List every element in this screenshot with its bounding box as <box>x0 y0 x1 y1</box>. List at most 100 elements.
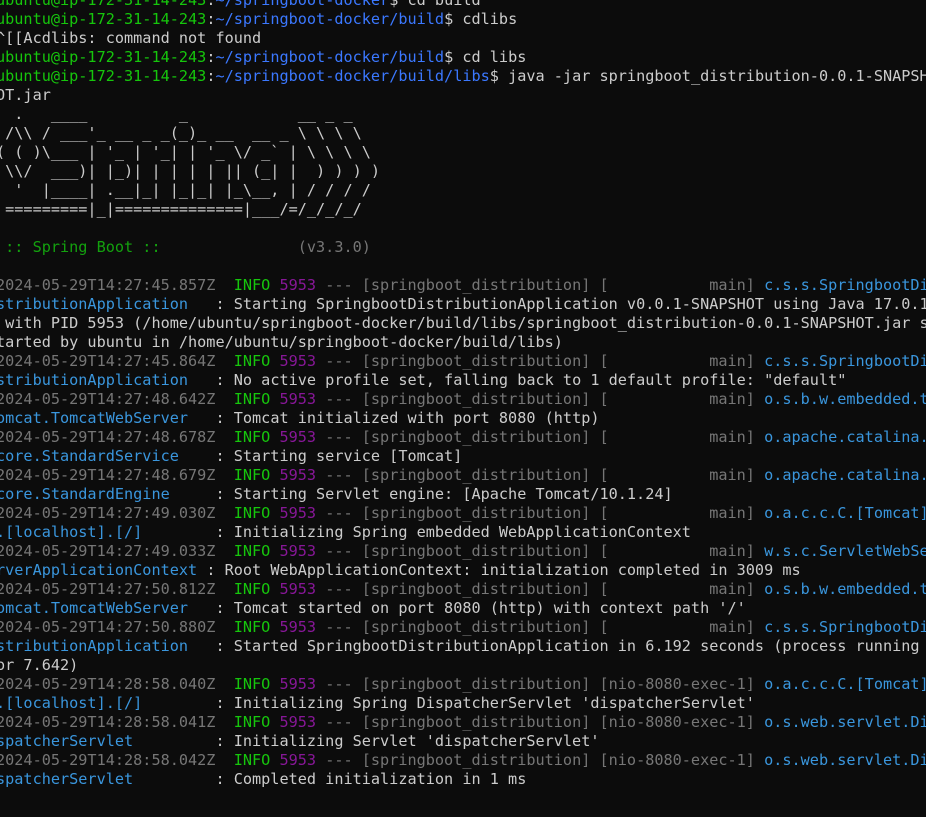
terminal-text-segment: --- [springboot_distribution] [nio-8080-… <box>316 751 765 769</box>
terminal-line: 2024-05-29T14:27:50.880Z INFO 5953 --- [… <box>0 618 926 637</box>
terminal-text-segment: INFO <box>233 466 280 484</box>
terminal-text-segment: INFO <box>233 352 280 370</box>
terminal-line: 2024-05-29T14:27:49.030Z INFO 5953 --- [… <box>0 504 926 523</box>
terminal-text-segment: omcat.TomcatWebServer <box>0 599 189 617</box>
terminal-line: :: Spring Boot :: (v3.3.0) <box>0 238 371 257</box>
terminal-line: ubuntu@ip-172-31-14-243:~/springboot-doc… <box>0 48 526 67</box>
terminal-text-segment: 2024-05-29T14:27:48.678Z <box>0 428 234 446</box>
terminal-text-segment: : Initializing Servlet 'dispatcherServle… <box>133 732 600 750</box>
terminal-text-segment: INFO <box>233 542 280 560</box>
terminal-text-segment: : Initializing Spring embedded WebApplic… <box>142 523 691 541</box>
terminal-text-segment: ~/springboot-docker/build <box>215 10 445 28</box>
terminal-text-segment: tarted by ubuntu in /home/ubuntu/springb… <box>0 333 563 351</box>
terminal-text-segment: : No active profile set, falling back to… <box>188 371 847 389</box>
terminal-line: core.StandardService : Starting service … <box>0 447 462 466</box>
terminal-text-segment: o.s.b.w.embedded.t <box>764 390 926 408</box>
terminal-text-segment: INFO <box>233 713 280 731</box>
terminal-text-segment: : Tomcat initialized with port 8080 (htt… <box>188 409 600 427</box>
terminal-text-segment: o.s.web.servlet.Di <box>764 751 926 769</box>
terminal-text-segment: : Tomcat started on port 8080 (http) wit… <box>188 599 746 617</box>
terminal-text-segment: or 7.642) <box>0 656 79 674</box>
terminal-text-segment: ~/springboot-docker/build <box>215 48 445 66</box>
terminal-text-segment: c.s.s.SpringbootDi <box>764 276 926 294</box>
terminal-text-segment: .[localhost].[/] <box>0 523 143 541</box>
terminal-line: spatcherServlet : Completed initializati… <box>0 770 526 789</box>
terminal-text-segment: /\\ / ___'_ __ _ _(_)_ __ __ _ \ \ \ \ <box>0 124 362 142</box>
terminal-text-segment: : Completed initialization in 1 ms <box>133 770 527 788</box>
terminal-text-segment: 2024-05-29T14:27:49.033Z <box>0 542 234 560</box>
terminal-text-segment: : Initializing Spring DispatcherServlet … <box>142 694 755 712</box>
terminal-text-segment: spatcherServlet <box>0 770 134 788</box>
terminal-text-segment: 5953 <box>279 675 317 693</box>
terminal-line: .[localhost].[/] : Initializing Spring e… <box>0 523 691 542</box>
terminal-text-segment: omcat.TomcatWebServer <box>0 409 189 427</box>
terminal-text-segment: .[localhost].[/] <box>0 694 143 712</box>
terminal-text-segment: $ cdlibs <box>444 10 518 28</box>
terminal-text-segment: : Started SpringbootDistributionApplicat… <box>188 637 926 655</box>
terminal-text-segment: ^[[Acdlibs: command not found <box>0 29 262 47</box>
terminal-text-segment: core.StandardEngine <box>0 485 170 503</box>
terminal-line: stributionApplication : Starting Springb… <box>0 295 926 314</box>
terminal-text-segment: spatcherServlet <box>0 732 134 750</box>
terminal-text-segment: : Root WebApplicationContext: initializa… <box>197 561 801 579</box>
terminal-line: .[localhost].[/] : Initializing Spring D… <box>0 694 755 713</box>
terminal-text-segment: 5953 <box>279 542 317 560</box>
terminal-line: ^[[Acdlibs: command not found <box>0 29 261 48</box>
terminal-line: 2024-05-29T14:27:49.033Z INFO 5953 --- [… <box>0 542 926 561</box>
terminal-line: rverApplicationContext : Root WebApplica… <box>0 561 801 580</box>
terminal-line: 2024-05-29T14:27:45.857Z INFO 5953 --- [… <box>0 276 926 295</box>
terminal-text-segment: o.apache.catalina. <box>764 428 926 446</box>
terminal-line: spatcherServlet : Initializing Servlet '… <box>0 732 599 751</box>
terminal-text-segment: ubuntu@ip-172-31-14-243 <box>0 48 207 66</box>
terminal-output[interactable]: ubuntu@ip-172-31-14-243:~/springboot-doc… <box>0 0 926 817</box>
terminal-text-segment: --- [springboot_distribution] [ main] <box>316 466 765 484</box>
terminal-line: 2024-05-29T14:27:48.642Z INFO 5953 --- [… <box>0 390 926 409</box>
terminal-text-segment: 2024-05-29T14:27:45.864Z <box>0 352 234 370</box>
terminal-text-segment: INFO <box>233 504 280 522</box>
terminal-text-segment: w.s.c.ServletWebSe <box>764 542 926 560</box>
terminal-text-segment: c.s.s.SpringbootDi <box>764 618 926 636</box>
terminal-line: \\/ ___)| |_)| | | | | || (_| | ) ) ) ) <box>0 162 380 181</box>
terminal-text-segment: : Starting service [Tomcat] <box>178 447 463 465</box>
terminal-text-segment: --- [springboot_distribution] [ main] <box>316 390 765 408</box>
terminal-line: ' |____| .__|_| |_|_| |_\__, | / / / / <box>0 181 371 200</box>
terminal-text-segment: 2024-05-29T14:27:48.642Z <box>0 390 234 408</box>
terminal-text-segment: with PID 5953 (/home/ubuntu/springboot-d… <box>0 314 926 332</box>
terminal-text-segment: o.s.b.w.embedded.t <box>764 580 926 598</box>
terminal-text-segment: ubuntu@ip-172-31-14-243 <box>0 0 207 9</box>
terminal-text-segment: 5953 <box>279 580 317 598</box>
terminal-text-segment: $ cd build <box>389 0 481 9</box>
terminal-text-segment: INFO <box>233 428 280 446</box>
terminal-text-segment: 2024-05-29T14:28:58.042Z <box>0 751 234 769</box>
terminal-line: 2024-05-29T14:27:45.864Z INFO 5953 --- [… <box>0 352 926 371</box>
terminal-text-segment: INFO <box>233 580 280 598</box>
terminal-line: =========|_|==============|___/=/_/_/_/ <box>0 200 362 219</box>
terminal-text-segment: --- [springboot_distribution] [ main] <box>316 276 765 294</box>
terminal-line: omcat.TomcatWebServer : Tomcat started o… <box>0 599 746 618</box>
terminal-text-segment: --- [springboot_distribution] [nio-8080-… <box>316 675 765 693</box>
terminal-text-segment: INFO <box>233 675 280 693</box>
terminal-text-segment: : Starting SpringbootDistributionApplica… <box>188 295 926 313</box>
terminal-line: /\\ / ___'_ __ _ _(_)_ __ __ _ \ \ \ \ <box>0 124 362 143</box>
terminal-text-segment: INFO <box>233 276 280 294</box>
terminal-text-segment: =========|_|==============|___/=/_/_/_/ <box>0 200 362 218</box>
terminal-line: stributionApplication : Started Springbo… <box>0 637 926 656</box>
terminal-text-segment: ~/springboot-docker/build/libs <box>215 67 490 85</box>
terminal-text-segment: INFO <box>233 618 280 636</box>
terminal-text-segment: --- [springboot_distribution] [ main] <box>316 542 765 560</box>
terminal-text-segment: $ java -jar springboot_distribution-0.0.… <box>489 67 926 85</box>
terminal-text-segment: core.StandardService <box>0 447 179 465</box>
terminal-text-segment: o.a.c.c.C.[Tomcat] <box>764 675 926 693</box>
terminal-text-segment: --- [springboot_distribution] [ main] <box>316 352 765 370</box>
terminal-text-segment: (v3.3.0) <box>169 238 371 256</box>
terminal-text-segment: 5953 <box>279 618 317 636</box>
terminal-text-segment: o.apache.catalina. <box>764 466 926 484</box>
terminal-line: 2024-05-29T14:28:58.042Z INFO 5953 --- [… <box>0 751 926 770</box>
terminal-text-segment: ' |____| .__|_| |_|_| |_\__, | / / / / <box>0 181 371 199</box>
terminal-text-segment: 5953 <box>279 428 317 446</box>
terminal-text-segment: --- [springboot_distribution] [ main] <box>316 580 765 598</box>
terminal-text-segment: 2024-05-29T14:27:48.679Z <box>0 466 234 484</box>
terminal-text-segment: . ____ _ __ _ _ <box>0 105 353 123</box>
terminal-text-segment: 2024-05-29T14:27:45.857Z <box>0 276 234 294</box>
terminal-text-segment: --- [springboot_distribution] [ main] <box>316 504 765 522</box>
